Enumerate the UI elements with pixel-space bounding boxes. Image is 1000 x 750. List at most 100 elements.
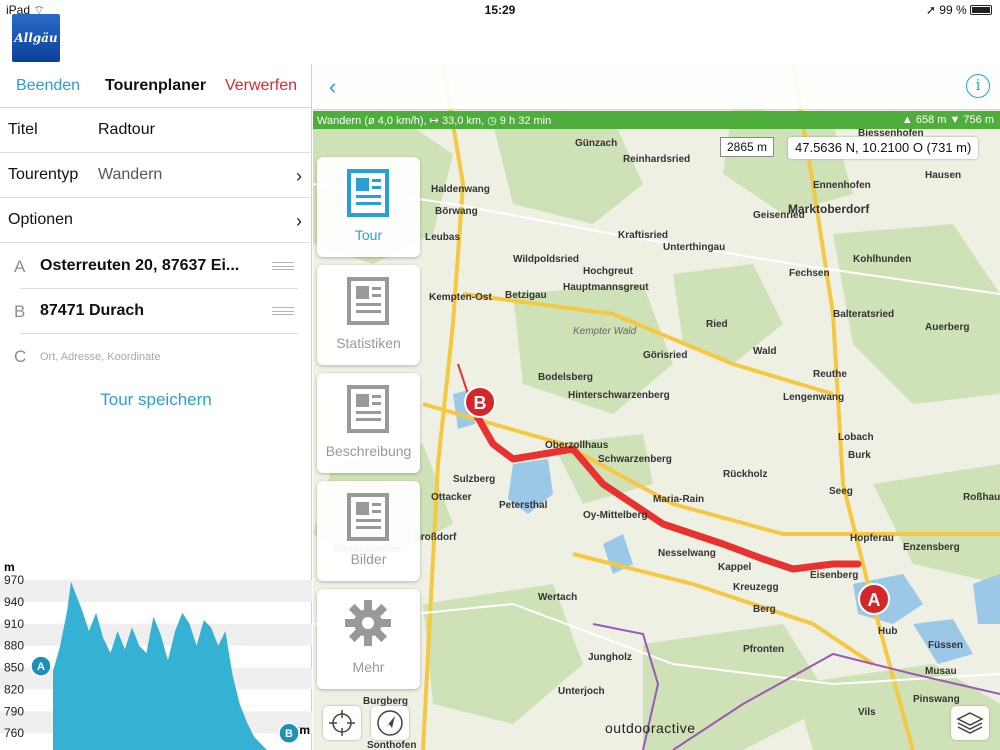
- grid-band: [0, 580, 312, 602]
- marker-a[interactable]: A: [858, 583, 890, 615]
- tab-images[interactable]: Bilder: [317, 481, 420, 581]
- place-label: Unterjoch: [558, 686, 605, 697]
- place-label: Reuthe: [813, 369, 847, 380]
- elevation-profile-chart: m97094091088085082079076073070008.216253…: [0, 560, 312, 750]
- title-label: Titel: [8, 121, 38, 138]
- tab-more[interactable]: Mehr: [317, 589, 420, 689]
- waypoint-b[interactable]: B 87471 Durach: [0, 289, 312, 334]
- planner-title: Tourenplaner: [105, 77, 207, 94]
- allgaeu-logo: Allgäu: [12, 14, 60, 62]
- tour-planner-panel: Beenden Tourenplaner Verwerfen Titel Rad…: [0, 64, 312, 750]
- tour-type-row[interactable]: Tourentyp Wandern ›: [0, 153, 312, 198]
- place-label: Bodelsberg: [538, 372, 594, 383]
- map-navbar: ‹ i: [313, 64, 1000, 110]
- svg-text:A: A: [868, 590, 881, 610]
- place-label: Wertach: [538, 592, 578, 603]
- place-label: Ried: [706, 319, 728, 330]
- place-label: Hopferau: [850, 533, 894, 544]
- place-label: Haldenwang: [431, 184, 490, 195]
- waypoint-letter: B: [14, 302, 26, 321]
- place-label: Ennenhofen: [813, 180, 871, 191]
- tab-description[interactable]: Beschreibung: [317, 373, 420, 473]
- elevation-summary: ▲ 658 m ▼ 756 m: [901, 114, 994, 126]
- place-label: Börwang: [435, 206, 478, 217]
- options-label: Optionen: [8, 211, 73, 228]
- place-label: Hausen: [925, 170, 962, 181]
- place-label: Nesselwang: [658, 548, 716, 559]
- waypoint-c[interactable]: C Ort, Adresse, Koordinate: [0, 334, 312, 379]
- waypoint-input[interactable]: Ort, Adresse, Koordinate: [40, 351, 160, 363]
- locate-button[interactable]: [323, 706, 361, 740]
- svg-text:B: B: [474, 393, 487, 413]
- document-icon: [347, 277, 389, 325]
- drag-handle-icon[interactable]: [272, 307, 294, 315]
- route-summary: Wandern (ø 4,0 km/h), ↦ 33,0 km, ◷ 9 h 3…: [317, 115, 552, 127]
- gear-icon: [345, 600, 391, 646]
- place-label: Kraftisried: [618, 230, 669, 241]
- status-bar: iPad ⌔ 15:29 ➚ 99 %: [0, 0, 1000, 20]
- discard-button[interactable]: Verwerfen: [225, 77, 297, 95]
- place-label: Vils: [858, 707, 876, 718]
- title-row[interactable]: Titel Radtour: [0, 108, 312, 153]
- place-label: Wald: [753, 346, 777, 357]
- place-label: Kempter Wald: [573, 326, 637, 337]
- y-tick-label: 850: [4, 661, 24, 675]
- document-icon: [347, 385, 389, 433]
- drag-handle-icon[interactable]: [272, 262, 294, 270]
- place-label: Hauptmannsgreut: [563, 282, 649, 293]
- place-label: Betzigau: [505, 290, 547, 301]
- y-tick-label: 790: [4, 704, 24, 718]
- waypoint-address[interactable]: 87471 Durach: [40, 302, 144, 320]
- options-row[interactable]: Optionen ›: [0, 198, 312, 243]
- tab-tour[interactable]: Tour: [317, 157, 420, 257]
- document-icon: [347, 493, 389, 541]
- info-icon[interactable]: i: [966, 74, 990, 98]
- planner-navbar: Beenden Tourenplaner Verwerfen: [0, 64, 312, 108]
- place-label: Rückholz: [723, 469, 768, 480]
- battery-status: ➚ 99 %: [926, 3, 992, 17]
- place-label: Füssen: [928, 640, 964, 651]
- place-label: Oberzollhaus: [545, 440, 609, 451]
- scale-bar: 2865 m: [720, 137, 775, 157]
- profile-marker-a-label: A: [37, 661, 45, 673]
- place-label: Eisenberg: [810, 570, 859, 581]
- title-value[interactable]: Radtour: [98, 121, 155, 139]
- place-label: Berg: [753, 604, 776, 615]
- place-label: Leubas: [425, 232, 461, 243]
- place-label: Auerberg: [925, 322, 970, 333]
- tour-type-label: Tourentyp: [8, 166, 79, 183]
- coordinates-readout: 47.5636 N, 10.2100 O (731 m): [788, 137, 979, 159]
- tour-type-value: Wandern: [98, 166, 163, 183]
- outdooractive-watermark: outdooractive: [605, 720, 696, 736]
- place-label: Petersthal: [499, 500, 548, 511]
- save-tour-button[interactable]: Tour speichern: [0, 390, 312, 410]
- place-label: Pfronten: [743, 644, 785, 655]
- waypoint-letter: C: [14, 347, 27, 366]
- place-label: Sonthofen: [367, 740, 417, 750]
- map-view[interactable]: B A Günzach Haldenwang Reinhardsried Markto…: [313, 64, 1000, 750]
- chevron-right-icon: ›: [296, 166, 302, 186]
- place-label: Görisried: [643, 350, 688, 361]
- place-label: Schwarzenberg: [598, 454, 672, 465]
- end-button[interactable]: Beenden: [16, 77, 80, 95]
- marker-b[interactable]: B: [464, 386, 496, 418]
- y-unit-label: m: [4, 560, 15, 574]
- place-label: Fechsen: [789, 268, 830, 279]
- profile-marker-b-label: B: [285, 728, 293, 740]
- place-label: Musau: [925, 666, 957, 677]
- layers-button[interactable]: [951, 706, 989, 740]
- tab-statistics[interactable]: Statistiken: [317, 265, 420, 365]
- y-tick-label: 910: [4, 617, 24, 631]
- place-label: Ottacker: [431, 492, 472, 503]
- y-tick-label: 760: [4, 726, 24, 740]
- chevron-right-icon: ›: [296, 211, 302, 231]
- waypoint-a[interactable]: A Osterreuten 20, 87637 Ei...: [0, 244, 312, 289]
- place-label: Oy-Mittelberg: [583, 510, 648, 521]
- back-chevron-icon[interactable]: ‹: [329, 74, 336, 100]
- place-label: Roßhaupten: [963, 492, 1000, 503]
- place-label: Wildpoldsried: [513, 254, 580, 265]
- y-tick-label: 880: [4, 639, 24, 653]
- compass-button[interactable]: [371, 706, 409, 740]
- waypoint-address[interactable]: Osterreuten 20, 87637 Ei...: [40, 257, 239, 275]
- place-label: Jungholz: [588, 652, 632, 663]
